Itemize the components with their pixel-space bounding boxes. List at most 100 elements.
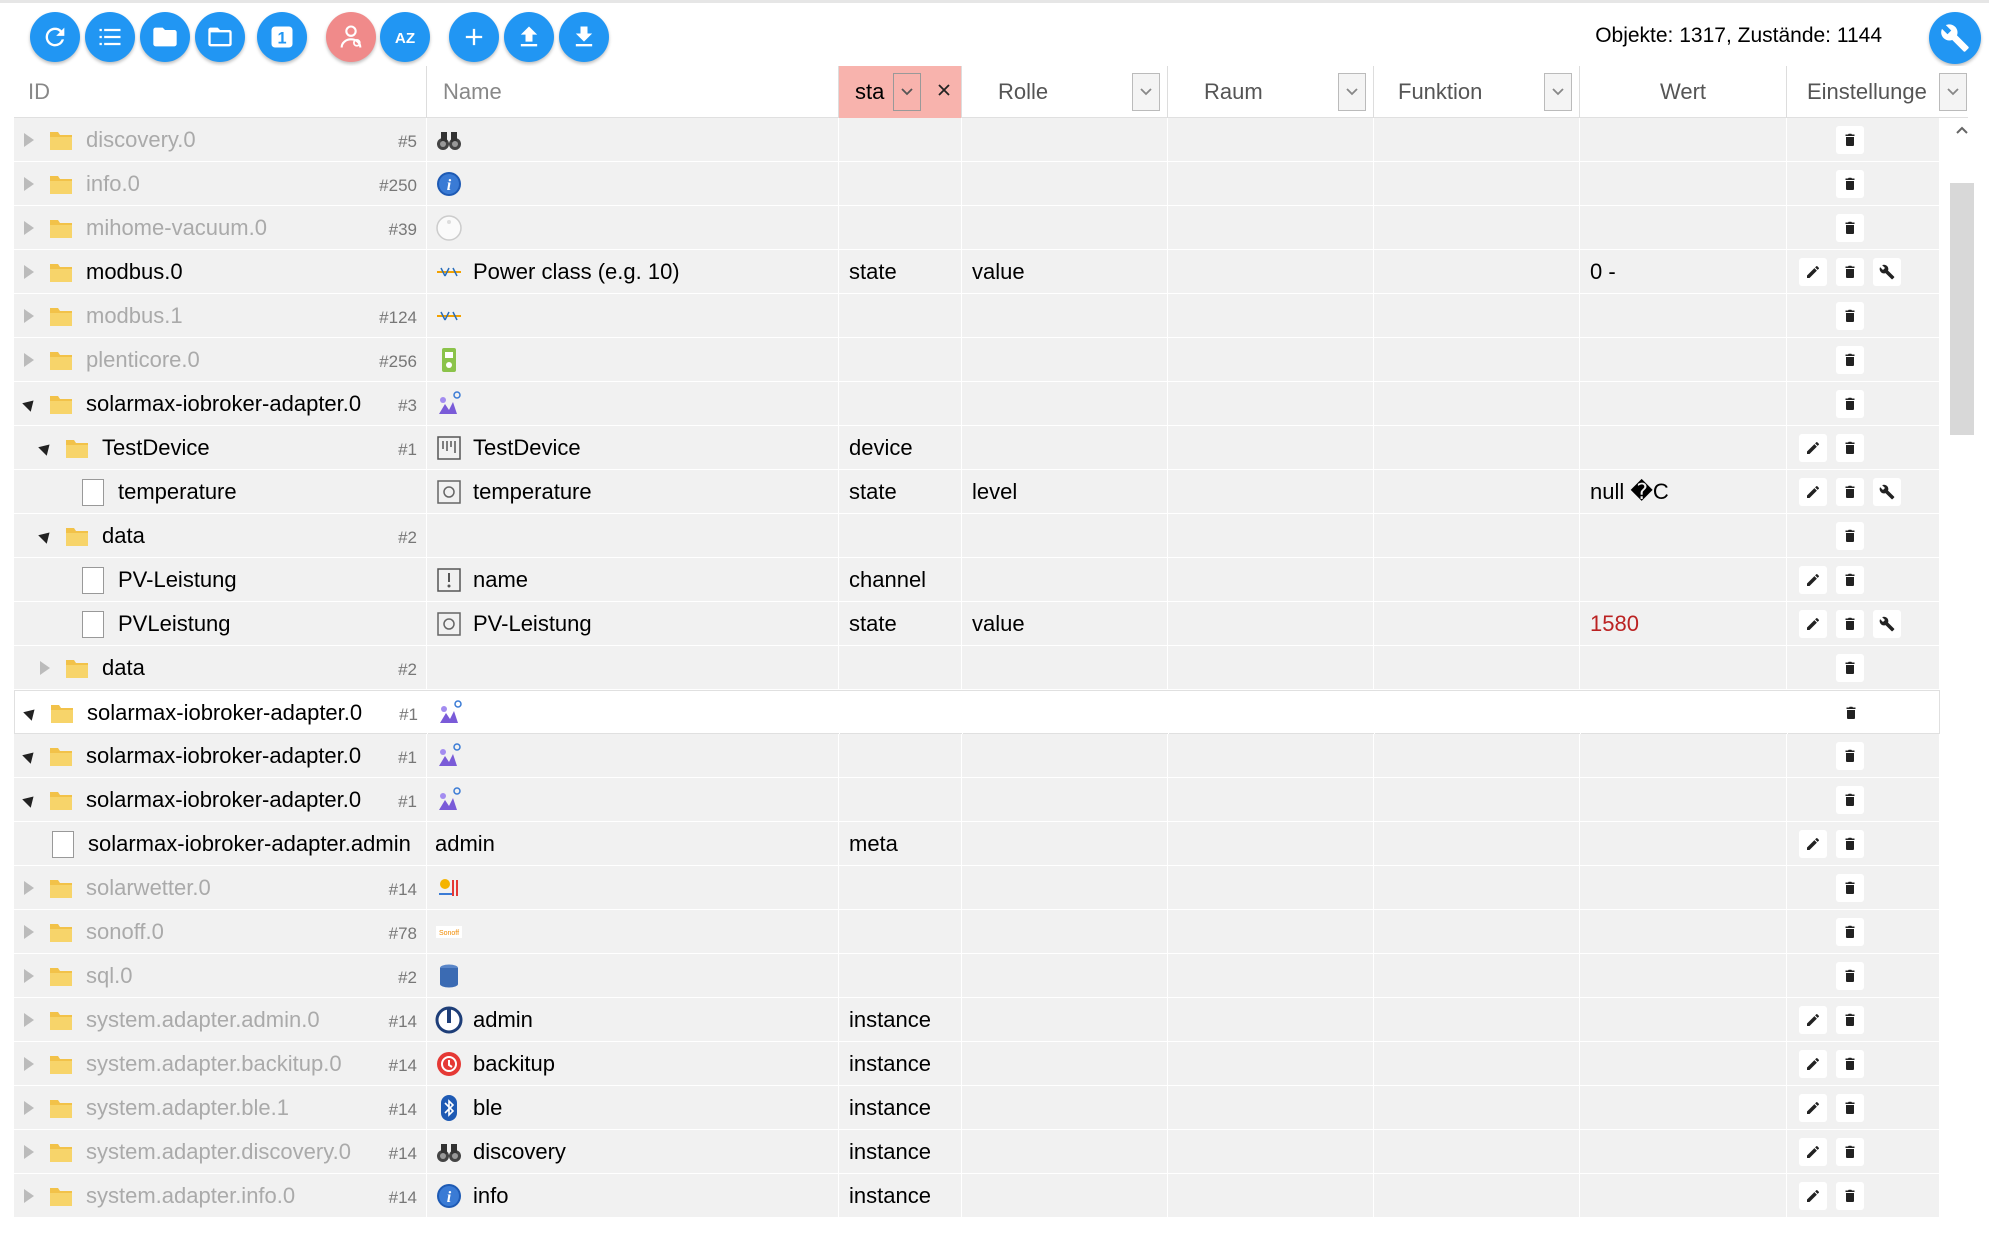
edit-button[interactable] (1799, 434, 1827, 462)
collapse-arrow-icon[interactable] (38, 528, 54, 544)
download-button[interactable] (559, 12, 609, 62)
refresh-button[interactable] (30, 12, 80, 62)
table-row[interactable]: plenticore.0 #256 (14, 338, 1940, 382)
delete-button[interactable] (1836, 390, 1864, 418)
expand-level-button[interactable]: 1 (257, 12, 307, 62)
scrollbar-thumb[interactable] (1950, 183, 1974, 435)
collapse-arrow-icon[interactable] (23, 705, 39, 721)
expand-arrow-icon[interactable] (24, 1057, 34, 1071)
scroll-up-icon[interactable] (1954, 122, 1970, 138)
custom-settings-button[interactable] (1873, 258, 1901, 286)
collapse-arrow-icon[interactable] (38, 440, 54, 456)
table-row[interactable]: system.adapter.info.0 #14 i info instance (14, 1174, 1940, 1218)
table-row[interactable]: data #2 (14, 646, 1940, 690)
table-row[interactable]: solarmax-iobroker-adapter.0 #3 (14, 382, 1940, 426)
expand-arrow-icon[interactable] (24, 177, 34, 191)
settings-button[interactable] (1929, 12, 1981, 64)
delete-button[interactable] (1836, 478, 1864, 506)
function-filter[interactable]: Funktion (1374, 66, 1580, 118)
expand-arrow-icon[interactable] (24, 925, 34, 939)
expand-arrow-icon[interactable] (24, 265, 34, 279)
delete-button[interactable] (1836, 522, 1864, 550)
edit-button[interactable] (1799, 1094, 1827, 1122)
delete-button[interactable] (1836, 742, 1864, 770)
table-row[interactable]: sonoff.0 #78 Sonoff (14, 910, 1940, 954)
folder-expand-button[interactable] (195, 12, 245, 62)
delete-button[interactable] (1836, 830, 1864, 858)
table-row[interactable]: temperature temperature state level null �C (14, 470, 1940, 514)
delete-button[interactable] (1836, 918, 1864, 946)
expand-arrow-icon[interactable] (24, 1145, 34, 1159)
expand-arrow-icon[interactable] (24, 1101, 34, 1115)
delete-button[interactable] (1836, 1050, 1864, 1078)
expand-arrow-icon[interactable] (24, 133, 34, 147)
edit-button[interactable] (1799, 1006, 1827, 1034)
edit-button[interactable] (1799, 1138, 1827, 1166)
list-view-button[interactable] (85, 12, 135, 62)
table-row[interactable]: PV-Leistung name channel (14, 558, 1940, 602)
table-row[interactable]: data #2 (14, 514, 1940, 558)
expand-arrow-icon[interactable] (24, 309, 34, 323)
table-row[interactable]: solarmax-iobroker-adapter.0 #1 (14, 690, 1940, 735)
folder-collapse-button[interactable] (140, 12, 190, 62)
delete-button[interactable] (1836, 302, 1864, 330)
expand-arrow-icon[interactable] (24, 353, 34, 367)
table-row[interactable]: system.adapter.admin.0 #14 admin instance (14, 998, 1940, 1042)
delete-button[interactable] (1836, 566, 1864, 594)
clear-filter-button[interactable] (933, 76, 955, 104)
delete-button[interactable] (1836, 346, 1864, 374)
type-filter-dropdown[interactable] (893, 73, 921, 111)
room-filter[interactable]: Raum (1168, 66, 1374, 118)
expand-arrow-icon[interactable] (24, 969, 34, 983)
edit-button[interactable] (1799, 566, 1827, 594)
delete-button[interactable] (1836, 1006, 1864, 1034)
delete-button[interactable] (1836, 1182, 1864, 1210)
table-row[interactable]: info.0 #250 i (14, 162, 1940, 206)
name-filter[interactable]: Name (427, 66, 839, 118)
sort-button[interactable]: AZ (380, 12, 430, 62)
edit-button[interactable] (1799, 610, 1827, 638)
delete-button[interactable] (1836, 258, 1864, 286)
delete-button[interactable] (1836, 434, 1864, 462)
role-filter[interactable]: Rolle (962, 66, 1168, 118)
delete-button[interactable] (1837, 699, 1865, 727)
table-row[interactable]: PVLeistung PV-Leistung state value 1580 (14, 602, 1940, 646)
table-row[interactable]: system.adapter.backitup.0 #14 backitup inst… (14, 1042, 1940, 1086)
room-filter-dropdown[interactable] (1338, 73, 1366, 111)
table-row[interactable]: modbus.0 Power class (e.g. 10) state value 0… (14, 250, 1940, 294)
delete-button[interactable] (1836, 962, 1864, 990)
table-row[interactable]: discovery.0 #5 (14, 118, 1940, 162)
delete-button[interactable] (1836, 126, 1864, 154)
collapse-arrow-icon[interactable] (22, 792, 38, 808)
role-filter-dropdown[interactable] (1132, 73, 1160, 111)
edit-button[interactable] (1799, 1182, 1827, 1210)
custom-settings-button[interactable] (1873, 610, 1901, 638)
expand-arrow-icon[interactable] (40, 661, 50, 675)
expert-mode-button[interactable] (326, 12, 376, 62)
custom-settings-button[interactable] (1873, 478, 1901, 506)
expand-arrow-icon[interactable] (24, 881, 34, 895)
edit-button[interactable] (1799, 478, 1827, 506)
delete-button[interactable] (1836, 1138, 1864, 1166)
add-object-button[interactable] (449, 12, 499, 62)
table-row[interactable]: mihome-vacuum.0 #39 (14, 206, 1940, 250)
delete-button[interactable] (1836, 654, 1864, 682)
table-row[interactable]: solarwetter.0 #14 (14, 866, 1940, 910)
edit-button[interactable] (1799, 830, 1827, 858)
expand-arrow-icon[interactable] (24, 1013, 34, 1027)
expand-arrow-icon[interactable] (24, 1189, 34, 1203)
table-row[interactable]: system.adapter.discovery.0 #14 discovery in… (14, 1130, 1940, 1174)
table-row[interactable]: modbus.1 #124 (14, 294, 1940, 338)
delete-button[interactable] (1836, 610, 1864, 638)
table-row[interactable]: solarmax-iobroker-adapter.admin admin meta (14, 822, 1940, 866)
edit-button[interactable] (1799, 258, 1827, 286)
function-filter-dropdown[interactable] (1544, 73, 1572, 111)
id-filter[interactable]: ID (14, 66, 427, 118)
table-row[interactable]: TestDevice #1 TestDevice device (14, 426, 1940, 470)
delete-button[interactable] (1836, 874, 1864, 902)
collapse-arrow-icon[interactable] (22, 396, 38, 412)
table-row[interactable]: solarmax-iobroker-adapter.0 #1 (14, 778, 1940, 822)
columns-dropdown[interactable] (1939, 73, 1967, 111)
delete-button[interactable] (1836, 170, 1864, 198)
delete-button[interactable] (1836, 1094, 1864, 1122)
